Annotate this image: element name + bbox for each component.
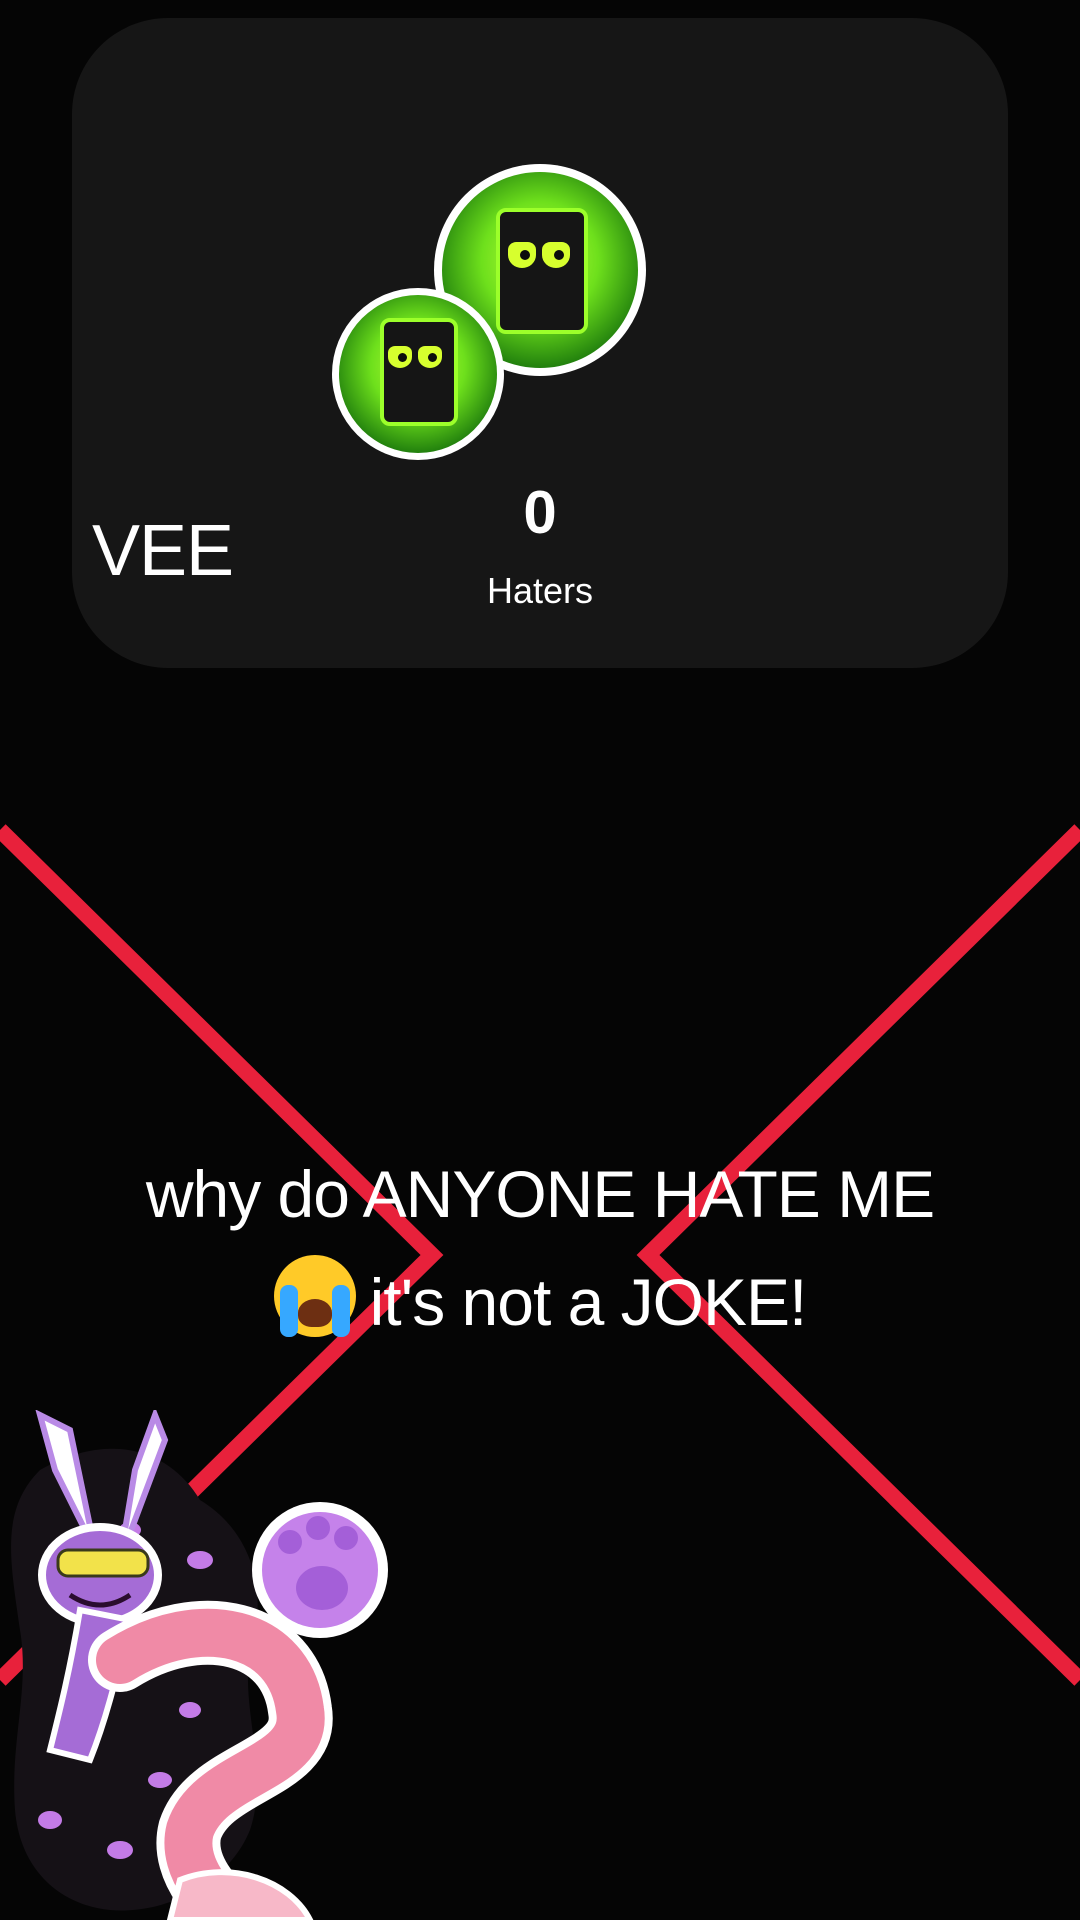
profile-username: VEE — [92, 511, 234, 591]
video-caption: why do ANYONE HATE ME it's not a JOKE! — [0, 1140, 1080, 1356]
haters-label: Haters — [486, 570, 594, 611]
loudly-crying-face-icon — [273, 1255, 356, 1337]
bunny-character-sticker — [11, 1410, 388, 1920]
haters-count: 0 — [523, 479, 557, 546]
video-frame: VEE 0 Haters why do ANYONE HATE ME it's … — [0, 0, 1080, 1920]
caption-line-1: why do ANYONE HATE ME — [145, 1157, 935, 1231]
caption-line-2: it's not a JOKE! — [369, 1265, 808, 1339]
avatar-small[interactable] — [332, 288, 504, 460]
caption-line-2-row: it's not a JOKE! — [0, 1248, 1080, 1356]
